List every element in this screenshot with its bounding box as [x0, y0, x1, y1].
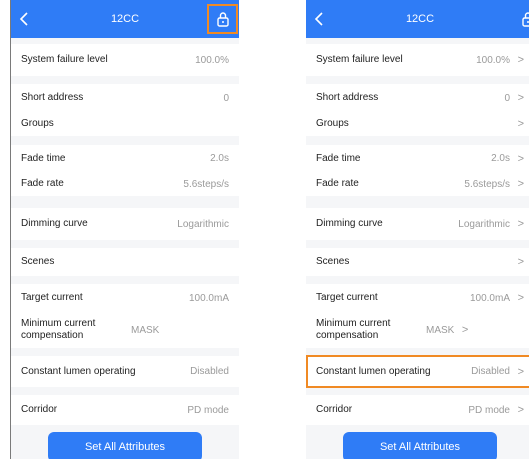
- chevron-right-icon: >: [517, 218, 524, 230]
- row-label: Fade time: [316, 152, 361, 164]
- chevron-right-icon: >: [517, 118, 524, 130]
- row-label: Target current: [21, 292, 83, 303]
- row-value: 100.0%: [476, 54, 510, 66]
- row-value: 5.6steps/s: [183, 178, 229, 190]
- chevron-right-icon: >: [517, 292, 524, 304]
- row-value: 5.6steps/s: [464, 178, 510, 190]
- row-dimming-curve[interactable]: Dimming curve Logarithmic: [11, 208, 239, 240]
- row-label: Scenes: [21, 256, 55, 267]
- row-label: Fade time: [21, 152, 66, 164]
- header-title: 12CC: [405, 13, 435, 25]
- row-scenes[interactable]: Scenes: [11, 248, 239, 276]
- row-label: Constant lumen operating: [21, 365, 136, 377]
- row-value: 2.0s: [491, 153, 510, 164]
- chevron-right-icon: >: [517, 152, 524, 165]
- unlock-icon[interactable]: [520, 11, 529, 27]
- row-label: Target current: [316, 292, 378, 303]
- chevron-right-icon: >: [461, 324, 469, 336]
- row-value: PD mode: [468, 404, 510, 416]
- row-label: Short address: [21, 92, 84, 103]
- row-label: Dimming curve: [21, 218, 88, 229]
- row-label: System failure level: [21, 54, 108, 65]
- set-all-attributes-button[interactable]: Set All Attributes: [343, 432, 497, 459]
- row-label: Fade rate: [21, 178, 64, 189]
- header-title: 12CC: [110, 13, 140, 25]
- row-label: Dimming curve: [316, 218, 383, 229]
- row-label: Scenes: [316, 256, 350, 267]
- row-value: Disabled: [190, 366, 229, 377]
- header-bar: 12CC: [306, 0, 529, 38]
- row-label: Minimum current compensation: [316, 318, 391, 341]
- row-constant-lumen-operating[interactable]: Constant lumen operating Disabled: [11, 356, 239, 387]
- row-fade-time[interactable]: Fade time 2.0s >: [306, 145, 529, 172]
- row-label: Corridor: [316, 404, 353, 415]
- row-value: 2.0s: [210, 153, 229, 164]
- header-bar: 12CC: [11, 0, 239, 38]
- chevron-right-icon: >: [517, 404, 524, 416]
- row-label: System failure level: [316, 54, 403, 65]
- chevron-right-icon: >: [517, 178, 524, 190]
- set-all-attributes-button[interactable]: Set All Attributes: [48, 432, 202, 459]
- row-target-current[interactable]: Target current 100.0mA: [11, 284, 239, 312]
- row-fade-time[interactable]: Fade time 2.0s: [11, 145, 239, 172]
- chevron-right-icon: >: [517, 54, 524, 66]
- row-corridor[interactable]: Corridor PD mode >: [306, 395, 529, 425]
- row-fade-rate[interactable]: Fade rate 5.6steps/s: [11, 172, 239, 196]
- row-value: 0: [504, 92, 510, 104]
- row-label: Groups: [21, 118, 54, 129]
- lock-highlight-box: [207, 4, 238, 34]
- chevron-right-icon: >: [517, 92, 524, 104]
- unlocked-device-panel: 12CC System failure level 100.0% > Short a…: [306, 0, 529, 459]
- row-value: Logarithmic: [177, 218, 229, 230]
- row-groups[interactable]: Groups: [11, 112, 239, 136]
- row-value: MASK: [131, 324, 160, 336]
- row-corridor[interactable]: Corridor PD mode: [11, 395, 239, 425]
- row-groups[interactable]: Groups >: [306, 112, 529, 136]
- row-value: 100.0mA: [469, 292, 510, 304]
- constant-lumen-highlight-box: [306, 355, 529, 388]
- row-dimming-curve[interactable]: Dimming curve Logarithmic >: [306, 208, 529, 240]
- row-value: 100.0mA: [188, 292, 229, 304]
- row-value: 0: [223, 92, 229, 104]
- row-target-current[interactable]: Target current 100.0mA >: [306, 284, 529, 312]
- row-short-address[interactable]: Short address 0: [11, 84, 239, 112]
- locked-device-panel: 12CC System failure level 100.0% Short ad…: [10, 0, 239, 459]
- row-label: Short address: [316, 92, 379, 103]
- row-scenes[interactable]: Scenes >: [306, 248, 529, 276]
- row-value: MASK: [426, 324, 455, 336]
- row-minimum-current-compensation[interactable]: Minimum current compensation MASK: [11, 312, 239, 348]
- row-system-failure-level[interactable]: System failure level 100.0%: [11, 44, 239, 76]
- row-fade-rate[interactable]: Fade rate 5.6steps/s >: [306, 172, 529, 196]
- row-short-address[interactable]: Short address 0 >: [306, 84, 529, 112]
- row-value: 100.0%: [195, 54, 229, 66]
- row-value: PD mode: [187, 404, 229, 416]
- row-label: Groups: [316, 118, 349, 129]
- row-label: Corridor: [21, 404, 58, 415]
- row-label: Minimum current compensation: [21, 318, 96, 341]
- row-minimum-current-compensation[interactable]: Minimum current compensation MASK >: [306, 312, 529, 348]
- row-value: Logarithmic: [458, 218, 510, 230]
- row-system-failure-level[interactable]: System failure level 100.0% >: [306, 44, 529, 76]
- row-label: Fade rate: [316, 178, 359, 189]
- chevron-right-icon: >: [517, 256, 524, 268]
